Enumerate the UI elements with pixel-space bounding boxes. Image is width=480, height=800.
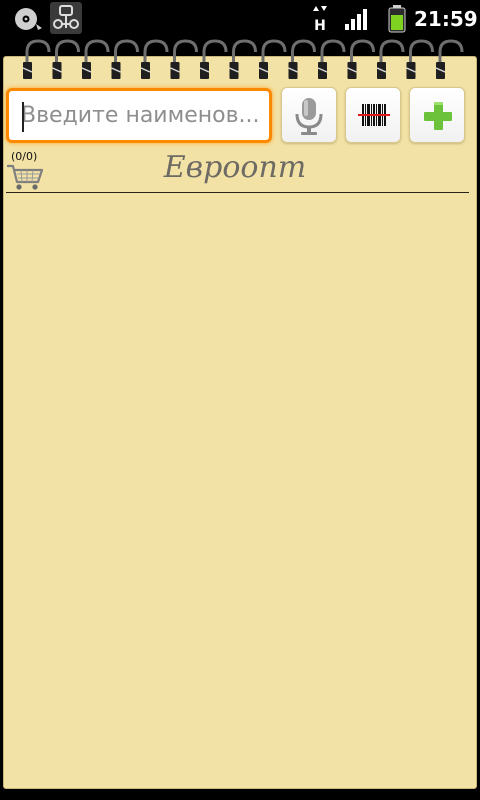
plus-icon (424, 102, 452, 130)
spiral-ring (258, 39, 287, 79)
add-item-button[interactable] (409, 87, 465, 143)
spiral-ring (288, 39, 316, 79)
spiral-ring (406, 39, 434, 79)
spiral-ring (52, 39, 80, 79)
barcode-icon (358, 104, 390, 126)
spiral-ring (81, 39, 110, 79)
app-notification-icon (50, 2, 82, 34)
spiral-ring (170, 39, 198, 79)
spiral-binding (22, 39, 464, 79)
list-title[interactable]: Евроопт (60, 148, 410, 188)
search-field[interactable] (6, 88, 272, 143)
cart-icon[interactable] (5, 162, 45, 196)
spiral-ring (199, 39, 228, 79)
spiral-ring (317, 39, 346, 79)
spiral-ring (376, 39, 405, 79)
network-activity-icon: H (310, 4, 330, 34)
spiral-ring (435, 39, 464, 79)
disc-icon (12, 4, 44, 38)
signal-icon (344, 8, 372, 36)
search-input[interactable] (9, 91, 269, 140)
title-divider (6, 192, 469, 193)
network-type-label: H (314, 18, 326, 34)
status-bar: H 21:59 (0, 0, 480, 38)
voice-input-button[interactable] (281, 87, 337, 143)
clock: 21:59 (414, 7, 478, 31)
spiral-ring (111, 39, 139, 79)
battery-icon (388, 5, 406, 37)
microphone-icon (295, 98, 323, 135)
scan-barcode-button[interactable] (345, 87, 401, 143)
spiral-ring (229, 39, 257, 79)
spiral-ring (140, 39, 169, 79)
text-cursor (22, 102, 24, 132)
spiral-ring (347, 39, 375, 79)
spiral-ring (22, 39, 51, 79)
shopping-list[interactable] (6, 194, 469, 784)
